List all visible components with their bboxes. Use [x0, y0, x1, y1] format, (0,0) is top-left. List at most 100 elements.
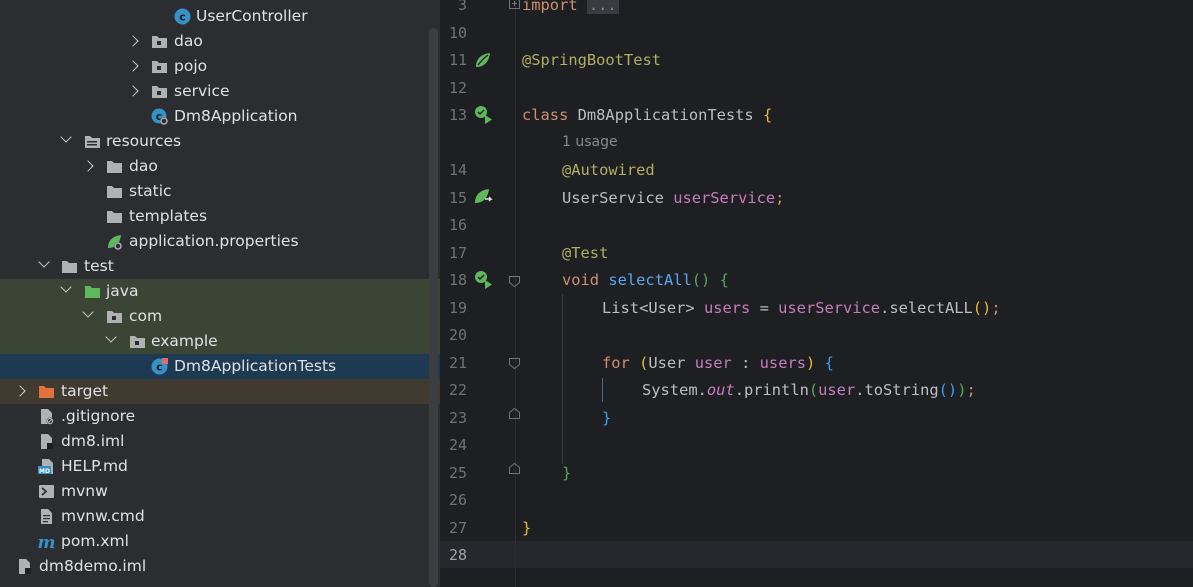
- annotation: @Test: [562, 244, 609, 262]
- line-number: 15: [448, 189, 467, 207]
- tree-item-dm8-application-tests[interactable]: c Dm8ApplicationTests: [0, 354, 440, 379]
- colon: :: [741, 354, 751, 372]
- tree-item-mvnw-cmd[interactable]: mvnw.cmd: [0, 504, 440, 529]
- tree-item-application-properties[interactable]: application.properties: [0, 229, 440, 254]
- fold-collapse-icon[interactable]: [509, 358, 520, 369]
- fold-end-icon[interactable]: [509, 408, 520, 419]
- chevron-down-icon[interactable]: [82, 306, 94, 318]
- keyword: import: [522, 0, 578, 14]
- chevron-down-icon[interactable]: [38, 256, 50, 268]
- tree-item-label: .gitignore: [61, 407, 136, 425]
- method-call: println: [743, 381, 809, 399]
- tree-item-label: java: [106, 282, 139, 300]
- package-folder-icon: [130, 336, 145, 348]
- tree-item-com[interactable]: com: [0, 304, 440, 329]
- chevron-right-icon[interactable]: [127, 85, 139, 97]
- brace: }: [602, 409, 612, 427]
- line-number: 18: [448, 271, 467, 289]
- dot: .: [697, 381, 707, 399]
- code-line-14: @Autowired: [562, 161, 655, 179]
- tree-item-dao-folder[interactable]: dao: [0, 154, 440, 179]
- svg-text:MD: MD: [39, 468, 50, 475]
- brace: }: [562, 464, 572, 482]
- code-line-3: import ...: [522, 0, 619, 14]
- method-name: selectAll: [608, 271, 692, 289]
- text-file-icon: [41, 509, 52, 524]
- tree-item-pojo-package[interactable]: pojo: [0, 54, 440, 79]
- tree-item-gitignore[interactable]: .gitignore: [0, 404, 440, 429]
- package-folder-icon: [152, 36, 167, 48]
- folder-icon: [107, 211, 122, 223]
- field-name: userService: [673, 189, 776, 207]
- test-class-icon: c: [151, 358, 168, 375]
- operator: =: [759, 299, 769, 317]
- fold-end-icon[interactable]: [509, 463, 520, 474]
- java-class-icon: c: [174, 8, 191, 25]
- usage-inlay-hint[interactable]: 1 usage: [562, 134, 618, 150]
- tree-item-label: application.properties: [129, 232, 299, 250]
- tree-item-dao-package[interactable]: dao: [0, 29, 440, 54]
- dot: .: [880, 299, 890, 317]
- chevron-right-icon[interactable]: [127, 60, 139, 72]
- indent-guide: [602, 378, 603, 402]
- tree-item-label: UserController: [196, 7, 308, 25]
- tree-item-static[interactable]: static: [0, 179, 440, 204]
- tree-item-dm8-iml[interactable]: dm8.iml: [0, 429, 440, 454]
- chevron-right-icon[interactable]: [82, 160, 94, 172]
- tree-item-example[interactable]: example: [0, 329, 440, 354]
- tree-item-user-controller[interactable]: c UserController: [0, 4, 440, 29]
- code-editor[interactable]: 3 10 11 12 13 14 15 16 17 18 19 20 21 22…: [440, 0, 1193, 587]
- tree-item-dm8demo-iml[interactable]: dm8demo.iml: [0, 554, 440, 579]
- class-name: Dm8ApplicationTests: [577, 106, 754, 124]
- tree-item-label: resources: [106, 132, 182, 150]
- paren: (: [639, 354, 649, 372]
- gutter-divider: [515, 0, 516, 587]
- line-number: 10: [448, 24, 467, 42]
- tree-item-target[interactable]: target: [0, 379, 440, 404]
- chevron-right-icon[interactable]: [127, 35, 139, 47]
- autowired-bean-icon[interactable]: [474, 188, 494, 208]
- line-number-current: 28: [448, 546, 467, 564]
- tree-item-test[interactable]: test: [0, 254, 440, 279]
- run-test-method-icon[interactable]: [474, 270, 494, 290]
- tree-item-resources[interactable]: resources: [0, 129, 440, 154]
- brace: }: [522, 519, 532, 537]
- paren-pair: (): [938, 381, 958, 399]
- spring-boot-class-icon: c: [151, 108, 168, 125]
- tree-item-service-package[interactable]: service: [0, 79, 440, 104]
- code-line-13: class Dm8ApplicationTests {: [522, 106, 772, 124]
- tree-item-test-java[interactable]: java: [0, 279, 440, 304]
- annotation: @Autowired: [562, 161, 655, 179]
- module-file-icon: [41, 434, 53, 449]
- keyword: void: [562, 271, 600, 289]
- maven-icon: m: [38, 533, 55, 550]
- tree-item-label: Dm8Application: [174, 107, 298, 125]
- tree-item-dm8-application[interactable]: c Dm8Application: [0, 104, 440, 129]
- static-field: out: [706, 381, 735, 399]
- tree-item-pom-xml[interactable]: m pom.xml: [0, 529, 440, 554]
- code-line-21: for (User user : users) {: [602, 354, 834, 372]
- paren-pair: (): [972, 299, 992, 317]
- tree-item-mvnw[interactable]: mvnw: [0, 479, 440, 504]
- chevron-down-icon[interactable]: [60, 131, 72, 143]
- tree-item-label: test: [84, 257, 114, 275]
- run-test-icon[interactable]: [474, 105, 494, 125]
- chevron-down-icon[interactable]: [60, 281, 72, 293]
- svg-text:m: m: [38, 533, 55, 550]
- tree-scrollbar[interactable]: [429, 28, 438, 587]
- line-number: 25: [448, 464, 467, 482]
- folded-imports[interactable]: ...: [586, 0, 619, 14]
- paren: ): [806, 354, 816, 372]
- chevron-right-icon[interactable]: [14, 385, 26, 397]
- variable-name: user: [694, 354, 732, 372]
- tree-item-label: templates: [129, 207, 208, 225]
- spring-bean-icon[interactable]: [474, 51, 492, 69]
- fold-collapse-icon[interactable]: [509, 276, 520, 287]
- tree-item-templates[interactable]: templates: [0, 204, 440, 229]
- tree-item-help-md[interactable]: MD HELP.md: [0, 454, 440, 479]
- fold-expand-icon[interactable]: [509, 0, 520, 9]
- shell-script-icon: [39, 485, 54, 498]
- project-tree-panel: c UserController dao pojo service c Dm8A…: [0, 0, 440, 587]
- chevron-down-icon[interactable]: [105, 331, 117, 343]
- excluded-folder-icon: [39, 386, 54, 398]
